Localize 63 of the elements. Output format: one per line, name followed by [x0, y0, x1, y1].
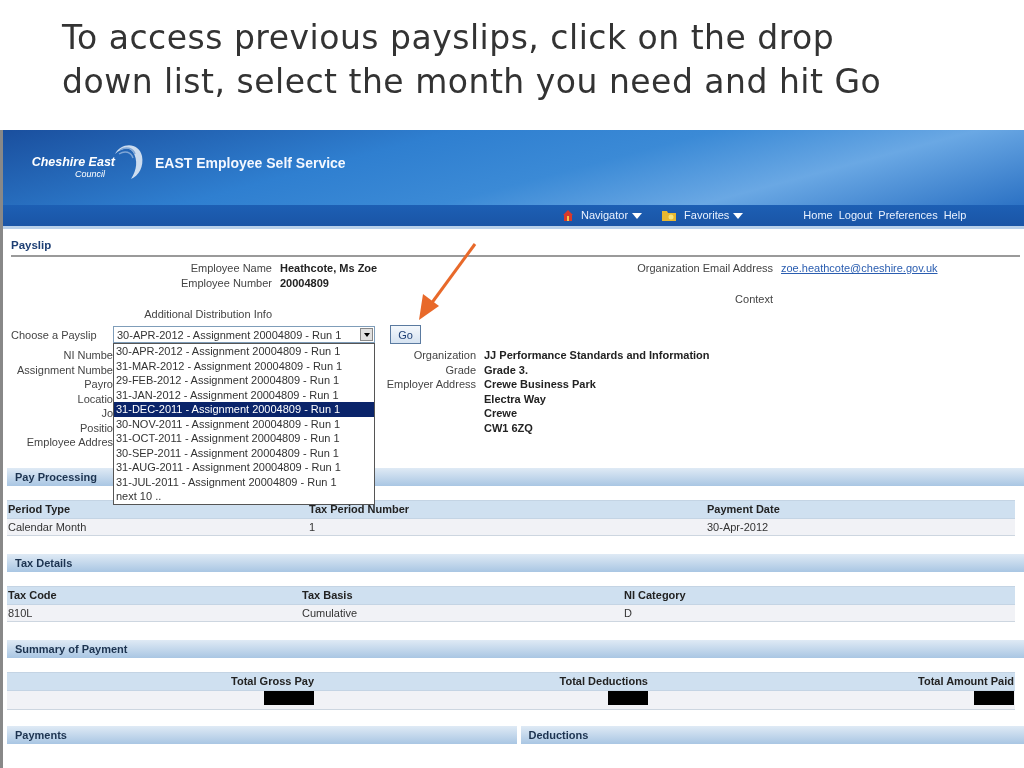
- dropdown-option[interactable]: 31-OCT-2011 - Assignment 20004809 - Run 1: [114, 431, 374, 446]
- header-link[interactable]: Preferences: [878, 207, 938, 224]
- go-button[interactable]: Go: [390, 325, 421, 345]
- field-label: Organization: [413, 349, 476, 362]
- field-label: Additional Distribution Info: [144, 308, 272, 321]
- dropdown-option[interactable]: 31-DEC-2011 - Assignment 20004809 - Run 1: [114, 402, 374, 417]
- field-label: Choose a Payslip: [11, 328, 97, 341]
- logo-name: Cheshire East: [31, 156, 115, 169]
- column-header: Payment Date: [706, 500, 1015, 519]
- section-header: Payments: [7, 726, 517, 745]
- field-value: Crewe: [484, 406, 518, 421]
- dropdown-option[interactable]: 31-MAR-2012 - Assignment 20004809 - Run 1: [114, 358, 374, 374]
- column-header: Tax Code: [7, 586, 301, 605]
- header-link[interactable]: Home: [803, 207, 833, 224]
- section-header: Summary of Payment: [7, 640, 1024, 659]
- field-value: Grade 3.: [484, 362, 529, 378]
- caret-icon[interactable]: [632, 212, 643, 219]
- field-label: NI Numbe: [63, 349, 113, 362]
- menu-link[interactable]: Favorites: [684, 207, 730, 224]
- field-label: Employee Addres: [26, 436, 113, 449]
- field-label: Context: [735, 293, 773, 306]
- section-header: Deductions: [520, 726, 1024, 745]
- field-value: Electra Way: [484, 391, 546, 407]
- field-label: Payro: [84, 378, 113, 391]
- field-label: Employer Address: [386, 378, 476, 391]
- folder-icon[interactable]: [662, 210, 677, 221]
- header-link[interactable]: Help: [943, 207, 967, 224]
- dropdown-option[interactable]: 30-SEP-2011 - Assignment 20004809 - Run 1: [114, 445, 374, 461]
- logo-subtitle: Council: [75, 169, 105, 179]
- payslip-dropdown[interactable]: 30-APR-2012 - Assignment 20004809 - Run 1: [113, 326, 375, 344]
- dropdown-option[interactable]: 31-JAN-2012 - Assignment 20004809 - Run 1: [114, 387, 374, 403]
- field-value: JJ Performance Standards and Information: [484, 348, 710, 363]
- field-label: Grade: [445, 363, 476, 376]
- house-icon[interactable]: [563, 210, 573, 221]
- column-header: NI Category: [623, 586, 1015, 605]
- dropdown-option[interactable]: 31-JUL-2011 - Assignment 20004809 - Run 1: [114, 474, 374, 490]
- column-header: Total Amount Paid: [649, 672, 1015, 691]
- column-header: Total Deductions: [315, 672, 649, 691]
- dropdown-option[interactable]: 30-APR-2012 - Assignment 20004809 - Run 1: [114, 344, 374, 359]
- email-link[interactable]: zoe.heathcote@cheshire.gov.uk: [781, 261, 938, 277]
- header-link[interactable]: Logout: [838, 207, 873, 224]
- column-header: Total Gross Pay: [7, 672, 315, 691]
- field-value: Heathcote, Ms Zoe: [280, 261, 378, 277]
- field-label: Positio: [79, 421, 113, 434]
- field-value: 20004809: [280, 276, 329, 292]
- field-label: Locatio: [77, 392, 113, 405]
- app-title: EAST Employee Self Service: [155, 154, 346, 173]
- field-label: Employee Number: [180, 277, 272, 290]
- field-label: Assignment Numbe: [17, 363, 113, 376]
- field-label: Employee Name: [190, 262, 272, 275]
- field-label: Organization Email Address: [637, 262, 773, 275]
- section-header: Tax Details: [7, 554, 1024, 573]
- column-header: Tax Period Number: [308, 500, 706, 519]
- field-label: Jo: [101, 407, 113, 420]
- field-value: CW1 6ZQ: [484, 420, 533, 436]
- section-title: Payslip: [11, 237, 1020, 258]
- menu-link[interactable]: Navigator: [581, 207, 629, 224]
- caret-icon[interactable]: [733, 212, 744, 219]
- dropdown-option[interactable]: 30-NOV-2011 - Assignment 20004809 - Run 1: [114, 416, 374, 432]
- dropdown-option[interactable]: 29-FEB-2012 - Assignment 20004809 - Run 1: [114, 373, 374, 388]
- slide-title: To access previous payslips, click on the drop down list, select the month you need and hit Go: [62, 17, 883, 103]
- column-header: Tax Basis: [301, 586, 623, 605]
- field-value: Crewe Business Park: [484, 377, 596, 392]
